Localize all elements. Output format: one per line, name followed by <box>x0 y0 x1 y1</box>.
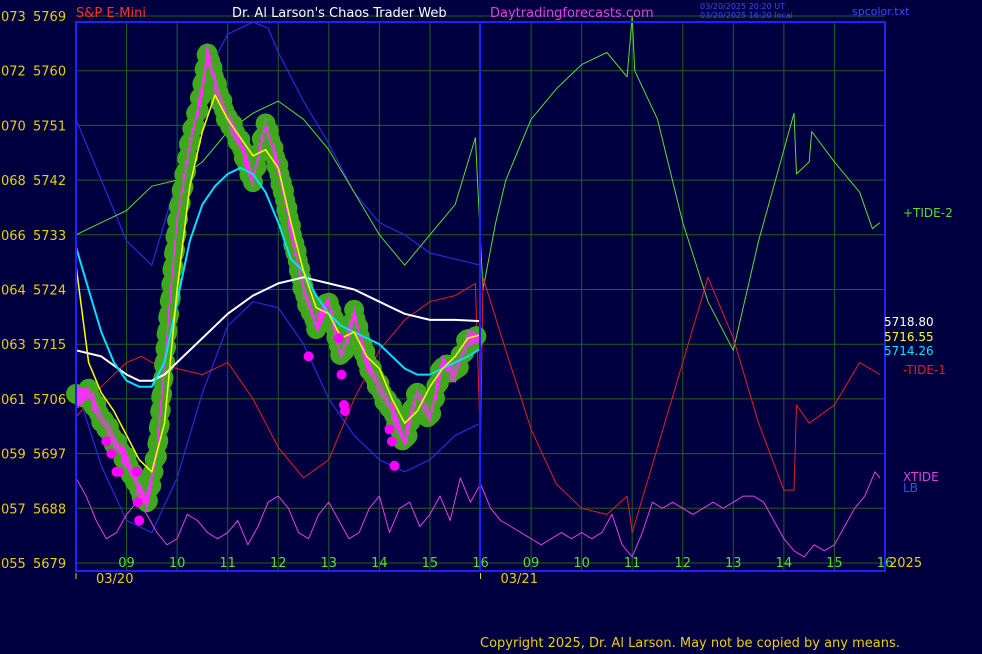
x-tick-label-12: 13 <box>725 556 742 571</box>
y-label-left-8: 059 <box>1 448 26 463</box>
price-marker-5 <box>132 497 143 508</box>
year-label: 2025 <box>889 556 922 571</box>
x-tick-label-8: 09 <box>523 556 540 571</box>
price-marker-0 <box>101 436 112 447</box>
readout-ma-slow: 5718.80 <box>884 315 934 329</box>
readout-ma-fast: 5716.55 <box>884 330 934 344</box>
y-label-price-3: 5742 <box>33 174 66 189</box>
y-label-price-5: 5724 <box>33 284 66 299</box>
site-url-link[interactable]: Daytradingforecasts.com <box>490 6 654 21</box>
x-tick-label-10: 11 <box>624 556 641 571</box>
date-label-0: 03/20 <box>96 572 133 587</box>
price-marker-6 <box>134 515 145 526</box>
price-marker-12 <box>384 424 395 435</box>
y-label-left-10: 055 <box>1 557 26 572</box>
x-tick-label-11: 12 <box>674 556 691 571</box>
price-marker-11 <box>340 406 350 417</box>
x-tick-label-3: 12 <box>270 556 287 571</box>
y-label-price-6: 5715 <box>33 338 66 353</box>
y-label-left-4: 066 <box>1 229 26 244</box>
y-label-price-0: 5769 <box>33 10 66 25</box>
readout-ma-mid: 5714.26 <box>884 344 934 358</box>
instrument-title: S&P E-Mini <box>76 6 146 21</box>
price-marker-14 <box>389 460 400 471</box>
price-marker-8 <box>333 333 344 344</box>
price-marker-4 <box>131 466 142 477</box>
y-label-price-1: 5760 <box>33 65 66 80</box>
price-marker-3 <box>114 466 124 477</box>
x-tick-label-1: 10 <box>169 556 186 571</box>
x-tick-label-14: 15 <box>826 556 843 571</box>
y-label-price-4: 5733 <box>33 229 66 244</box>
x-tick-label-6: 15 <box>422 556 439 571</box>
price-marker-1 <box>106 448 117 459</box>
site-title: Dr. Al Larson's Chaos Trader Web <box>232 6 447 21</box>
x-tick-label-5: 14 <box>371 556 388 571</box>
y-label-price-7: 5706 <box>33 393 66 408</box>
price-marker-13 <box>387 436 397 447</box>
price-marker-7 <box>303 351 314 362</box>
y-label-price-8: 5697 <box>33 448 66 463</box>
x-tick-label-0: 09 <box>118 556 135 571</box>
y-label-left-1: 072 <box>1 65 26 80</box>
y-label-left-0: 073 <box>1 10 26 25</box>
y-label-left-6: 063 <box>1 338 26 353</box>
timestamp-local: 03/20/2025 16:20 local <box>700 11 793 20</box>
x-tick-label-2: 11 <box>219 556 236 571</box>
chart-root: 073 5769 072 5760 070 5751 068 5742 066 5733 064 57… <box>0 0 982 651</box>
x-tick-label-4: 13 <box>321 556 338 571</box>
price-marker-9 <box>336 369 347 380</box>
label-tide-minus: -TIDE-1 <box>903 363 946 377</box>
x-tick-label-7: 16 <box>472 556 489 571</box>
copyright-notice: Copyright 2025, Dr. Al Larson. May not b… <box>480 636 900 650</box>
y-label-price-9: 5688 <box>33 502 66 517</box>
x-tick-label-13: 14 <box>776 556 793 571</box>
label-tide-plus: +TIDE-2 <box>903 206 953 220</box>
y-label-left-5: 064 <box>1 284 26 299</box>
timestamp-ut: 03/20/2025 20:20 UT <box>700 2 785 11</box>
y-label-price-10: 5679 <box>33 557 66 572</box>
y-label-left-7: 061 <box>1 393 26 408</box>
label-lb: LB <box>903 481 918 495</box>
date-label-1: 03/21 <box>501 572 538 587</box>
chart-canvas: 073 5769 072 5760 070 5751 068 5742 066 5733 064 57… <box>0 0 982 651</box>
y-label-left-3: 068 <box>1 174 26 189</box>
x-tick-label-9: 10 <box>573 556 590 571</box>
y-label-left-2: 070 <box>1 119 26 134</box>
y-label-left-9: 057 <box>1 502 26 517</box>
y-label-price-2: 5751 <box>33 119 66 134</box>
data-filename: spcolor.txt <box>852 5 910 18</box>
